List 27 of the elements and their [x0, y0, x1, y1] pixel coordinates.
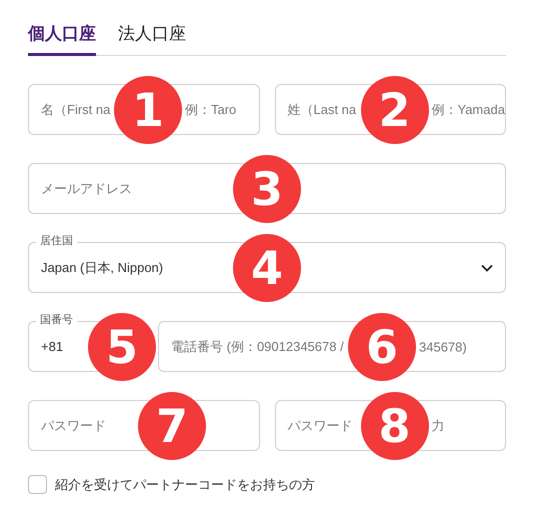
placeholder-text: 電話番号 (例：09012345678 / [171, 338, 344, 356]
number-marker-overlay: 2 [360, 76, 428, 144]
placeholder-text: 名（First na [41, 100, 110, 118]
select-value: Japan (日本, Nippon) [41, 258, 164, 276]
number-marker-overlay: 4 [233, 234, 301, 302]
placeholder-text: パスワード [288, 416, 352, 434]
number-marker-overlay: 5 [88, 313, 156, 381]
field-label: 国番号 [36, 313, 77, 327]
placeholder-text: 例：Taro [185, 100, 236, 118]
account-tab[interactable]: 個人口座 [28, 22, 96, 56]
checkbox[interactable] [28, 475, 47, 494]
placeholder-text: 力 [432, 416, 444, 434]
number-marker-overlay: 3 [233, 155, 301, 223]
number-marker-overlay: 8 [360, 392, 428, 460]
checkbox-label: 紹介を受けてパートナーコードをお持ちの方 [55, 476, 315, 494]
placeholder-text: メールアドレス [41, 180, 132, 198]
placeholder-text: 例：Yamada [432, 100, 505, 118]
placeholder-text: 姓（Last na [288, 100, 356, 118]
number-marker-overlay: 6 [348, 313, 416, 381]
account-tab[interactable]: 法人口座 [118, 22, 186, 56]
field-label: 居住国 [36, 234, 77, 248]
number-marker-overlay: 1 [114, 76, 182, 144]
placeholder-text: 345678) [419, 339, 467, 354]
number-marker-overlay: 7 [138, 392, 206, 460]
field-value: +81 [41, 339, 64, 354]
placeholder-text: パスワード [41, 416, 106, 434]
chevron-down-icon [481, 264, 493, 272]
